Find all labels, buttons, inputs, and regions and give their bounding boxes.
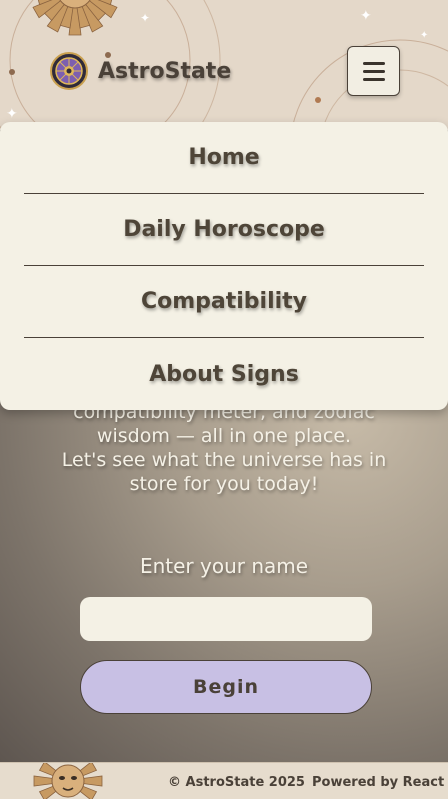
intro-line: Let's see what the universe has in (61, 449, 387, 471)
brand-name: AstroState (98, 58, 232, 84)
app-footer: © AstroState 2025 Powered by React (0, 762, 448, 799)
svg-text:✦: ✦ (6, 106, 18, 122)
menu-item-about-signs[interactable]: About Signs (24, 338, 424, 410)
intro-line: store for you today! (129, 473, 319, 495)
menu-item-compatibility[interactable]: Compatibility (24, 266, 424, 338)
svg-text:✦: ✦ (360, 8, 372, 24)
intro-line: wisdom — all in one place. (96, 425, 352, 447)
svg-text:✦: ✦ (140, 11, 150, 25)
hamburger-menu-icon (362, 61, 385, 81)
zodiac-wheel-icon (50, 52, 88, 90)
app-header: ✦ ✦ ✦ ✦ AstroState (0, 0, 448, 130)
brand[interactable]: AstroState (50, 52, 231, 90)
svg-text:✦: ✦ (420, 30, 428, 41)
nav-dropdown-menu: Home Daily Horoscope Compatibility About… (0, 122, 448, 410)
menu-item-home[interactable]: Home (24, 122, 424, 194)
begin-button[interactable]: Begin (80, 660, 372, 714)
menu-item-daily-horoscope[interactable]: Daily Horoscope (24, 194, 424, 266)
footer-powered-by: Powered by React (312, 775, 445, 790)
name-label: Enter your name (139, 554, 309, 578)
name-input[interactable] (80, 597, 372, 641)
sun-decoration-icon (32, 0, 118, 36)
menu-toggle-button[interactable] (347, 46, 400, 96)
footer-copyright: © AstroState 2025 (168, 775, 305, 790)
intro-text: compatibility meter, and zodiac wisdom —… (0, 400, 448, 496)
sun-face-decoration-icon (33, 763, 103, 799)
